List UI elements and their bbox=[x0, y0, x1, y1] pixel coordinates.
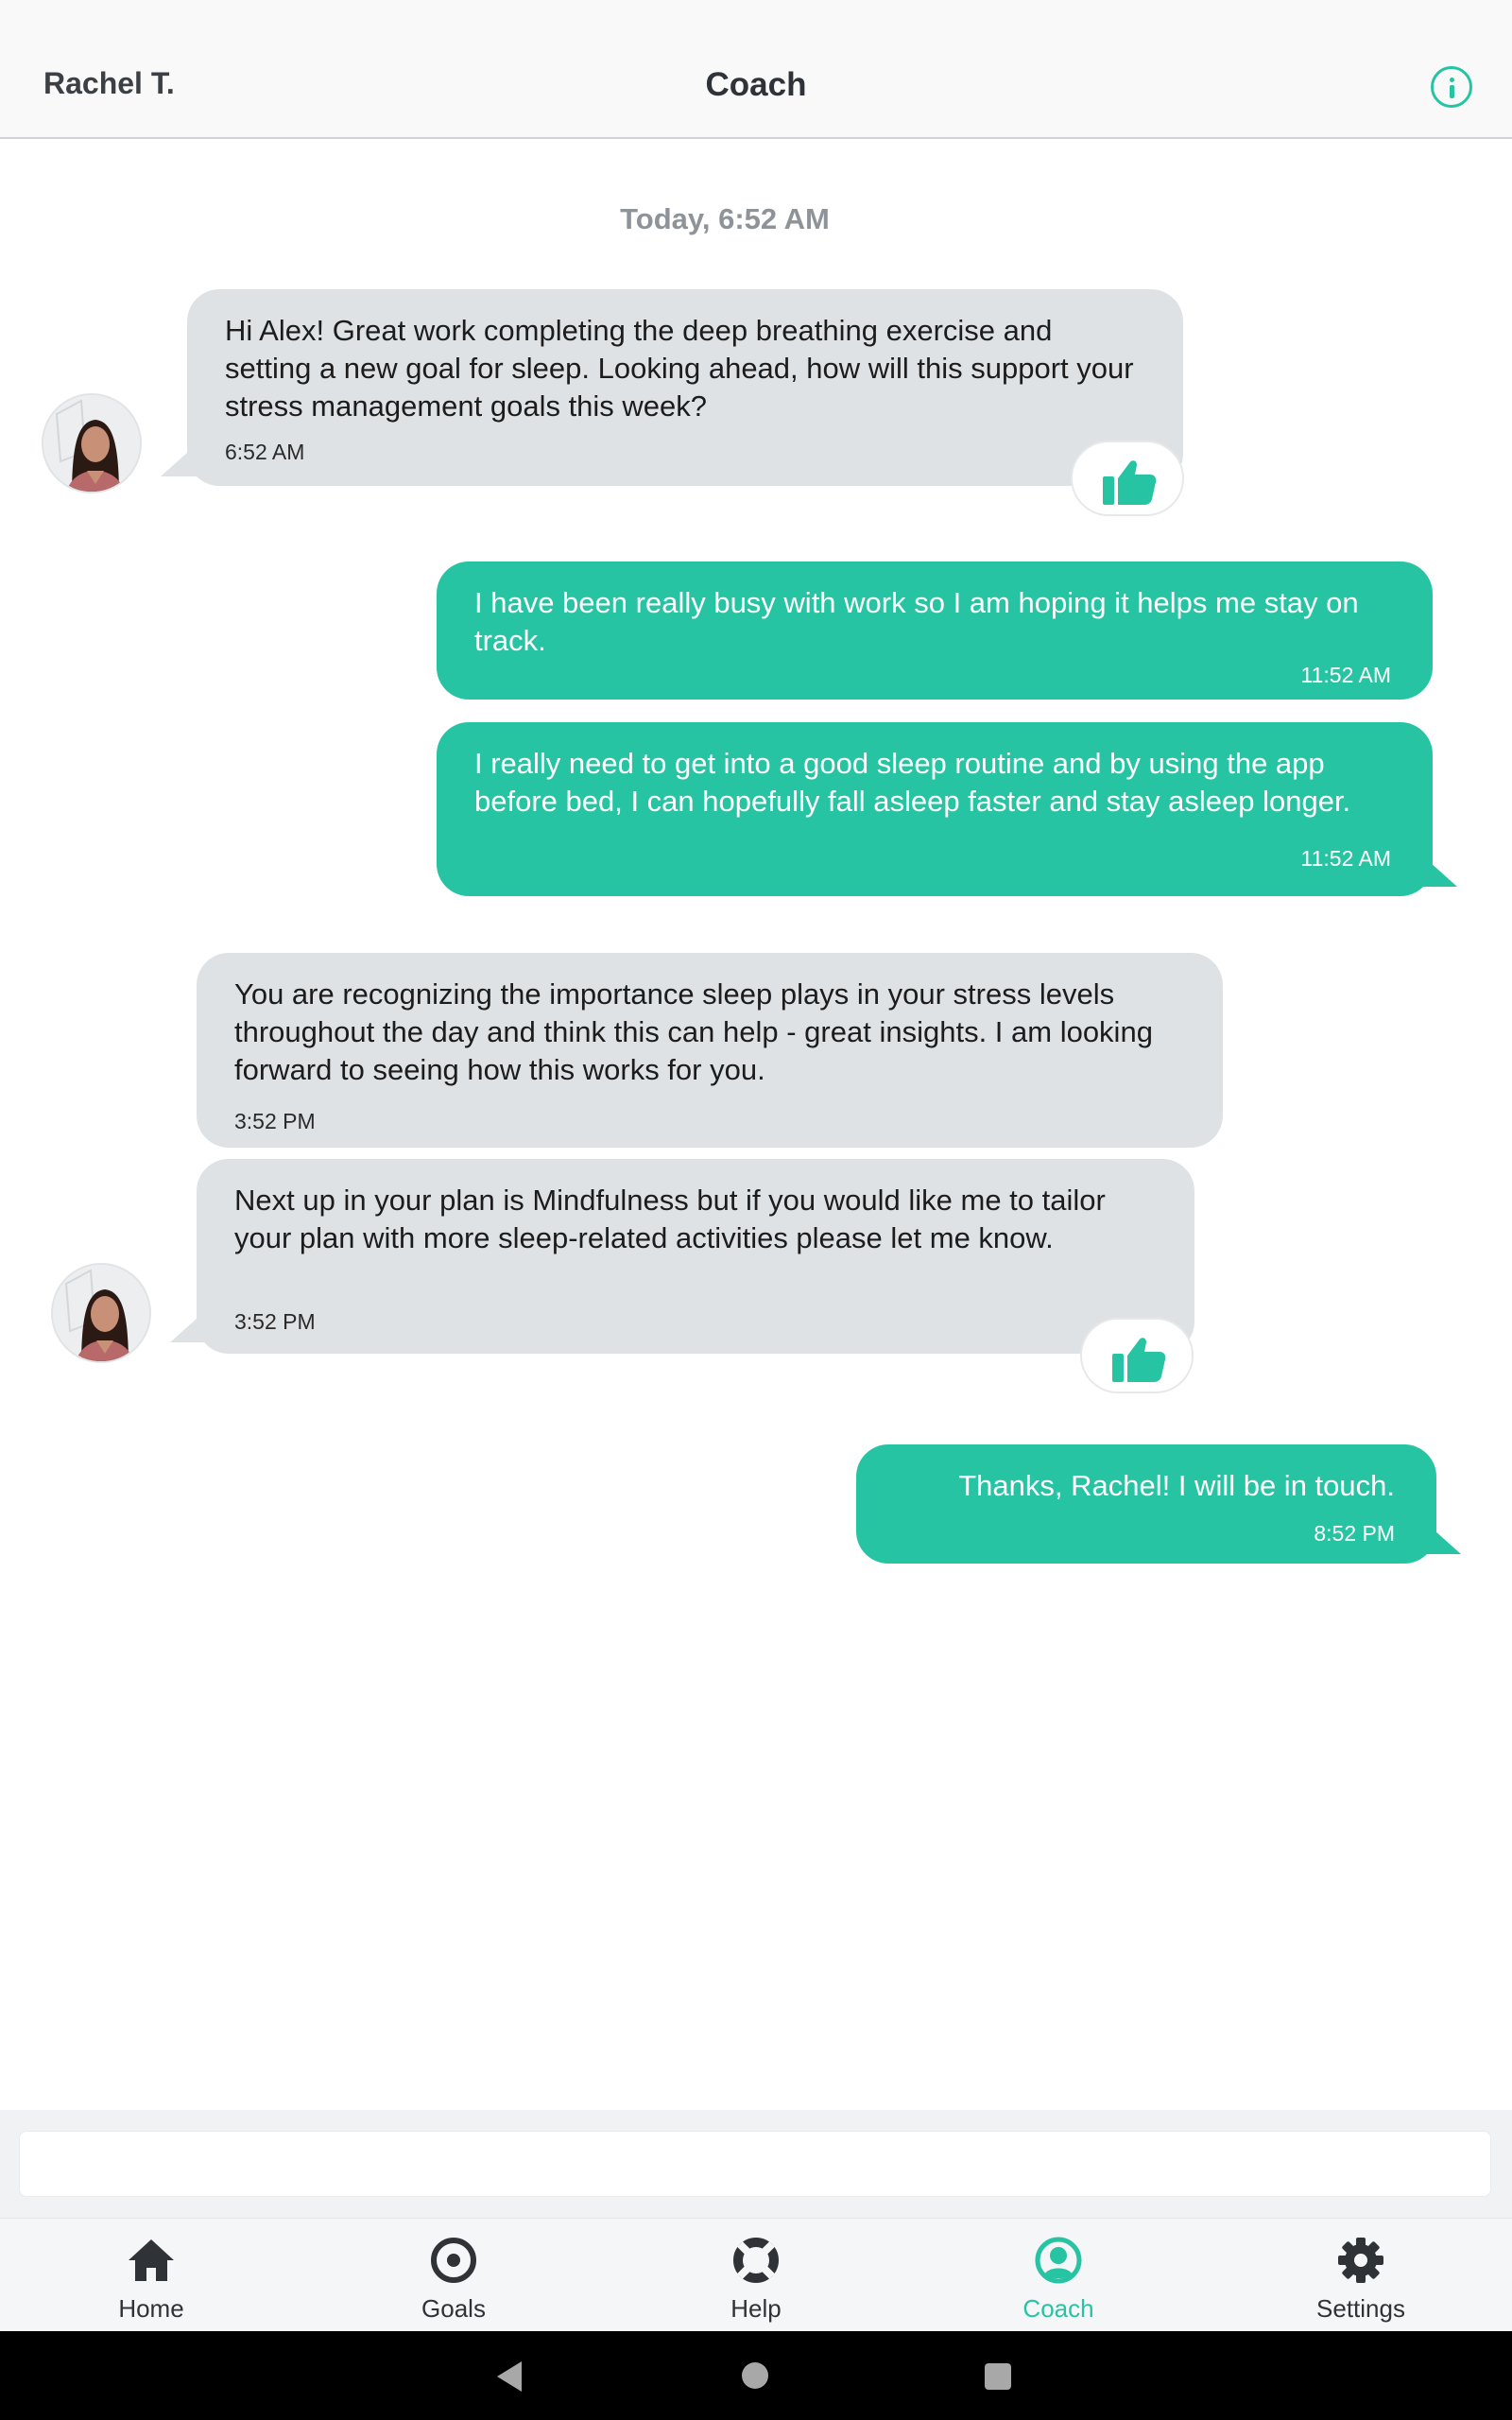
message-time: 11:52 AM bbox=[1300, 846, 1391, 871]
message-text: I have been really busy with work so I a… bbox=[474, 586, 1359, 657]
nav-label: Help bbox=[730, 2294, 782, 2323]
date-separator: Today, 6:52 AM bbox=[620, 202, 830, 235]
home-circle-icon[interactable] bbox=[742, 2362, 768, 2389]
info-icon[interactable] bbox=[1431, 66, 1472, 108]
nav-label: Goals bbox=[421, 2294, 486, 2323]
nav-label: Coach bbox=[1022, 2294, 1094, 2323]
nav-settings[interactable]: Settings bbox=[1210, 2219, 1512, 2332]
message-input[interactable] bbox=[19, 2131, 1491, 2197]
message-time: 3:52 PM bbox=[234, 1109, 316, 1133]
nav-coach[interactable]: Coach bbox=[907, 2219, 1210, 2332]
home-icon bbox=[129, 2239, 174, 2281]
coach-avatar-image bbox=[53, 1265, 149, 1361]
gear-icon bbox=[1338, 2238, 1383, 2283]
page-title: Coach bbox=[705, 66, 807, 103]
message-text: I really need to get into a good sleep r… bbox=[474, 747, 1351, 818]
message-bubble-outgoing: I really need to get into a good sleep r… bbox=[437, 722, 1433, 896]
message-time: 8:52 PM bbox=[1314, 1521, 1395, 1546]
message-time: 3:52 PM bbox=[234, 1309, 316, 1334]
like-button[interactable] bbox=[1080, 1318, 1194, 1393]
message-text: Hi Alex! Great work completing the deep … bbox=[225, 314, 1134, 423]
nav-label: Settings bbox=[1316, 2294, 1405, 2323]
coach-icon bbox=[1035, 2237, 1082, 2284]
message-text: Thanks, Rachel! I will be in touch. bbox=[958, 1469, 1395, 1502]
lifebuoy-icon bbox=[733, 2238, 779, 2283]
thumbs-up-icon bbox=[1112, 1338, 1166, 1382]
nav-help[interactable]: Help bbox=[605, 2219, 907, 2332]
coach-avatar bbox=[51, 1263, 151, 1363]
message-bubble-outgoing: Thanks, Rachel! I will be in touch. 8:52… bbox=[856, 1444, 1436, 1564]
system-nav-bar bbox=[0, 2331, 1512, 2420]
nav-goals[interactable]: Goals bbox=[302, 2219, 605, 2332]
message-time: 11:52 AM bbox=[1300, 663, 1391, 687]
message-bubble-outgoing: I have been really busy with work so I a… bbox=[437, 562, 1433, 700]
app-header: Rachel T. Coach bbox=[0, 0, 1512, 139]
target-icon bbox=[431, 2238, 476, 2283]
message-text: Next up in your plan is Mindfulness but … bbox=[234, 1184, 1106, 1254]
message-bubble-incoming: Next up in your plan is Mindfulness but … bbox=[197, 1159, 1194, 1354]
recents-icon[interactable] bbox=[985, 2363, 1011, 2390]
nav-home[interactable]: Home bbox=[0, 2219, 302, 2332]
nav-label: Home bbox=[118, 2294, 184, 2323]
back-icon[interactable] bbox=[497, 2361, 522, 2392]
thumbs-up-icon bbox=[1103, 460, 1157, 505]
bottom-nav: Home Goals Help Coach Settings bbox=[0, 2218, 1512, 2331]
message-time: 6:52 AM bbox=[225, 440, 305, 464]
coach-avatar-image bbox=[43, 395, 140, 492]
message-bubble-incoming: Hi Alex! Great work completing the deep … bbox=[187, 289, 1183, 486]
message-composer bbox=[0, 2110, 1512, 2218]
like-button[interactable] bbox=[1071, 441, 1184, 516]
message-bubble-incoming: You are recognizing the importance sleep… bbox=[197, 953, 1223, 1148]
coach-avatar bbox=[42, 393, 142, 493]
message-text: You are recognizing the importance sleep… bbox=[234, 977, 1153, 1086]
